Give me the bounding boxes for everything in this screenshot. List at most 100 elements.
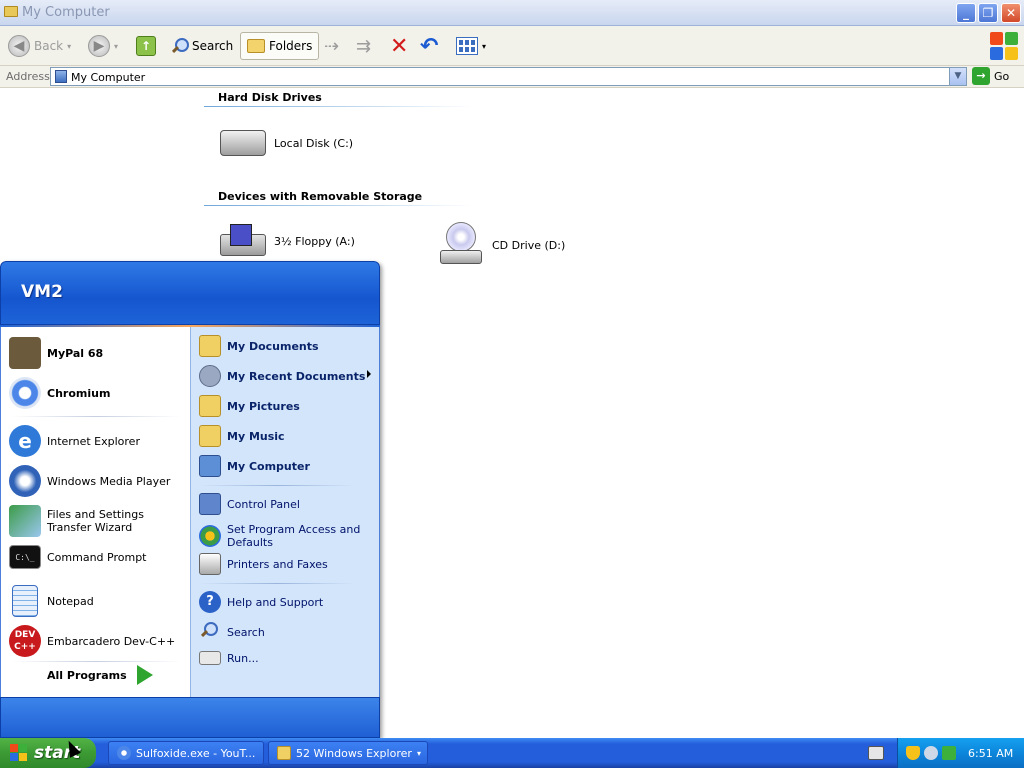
maximize-button[interactable]: ❐ — [978, 3, 998, 23]
place-item-help[interactable]: ? Help and Support — [199, 591, 367, 613]
local-disk-item[interactable]: Local Disk (C:) — [220, 130, 353, 156]
place-label: Run... — [227, 651, 259, 665]
place-item-search[interactable]: Search — [199, 621, 367, 643]
security-shield-icon[interactable] — [906, 746, 920, 760]
windows-flag-icon — [10, 744, 28, 762]
internet-explorer-icon: e — [9, 425, 41, 457]
floppy-label: 3½ Floppy (A:) — [274, 234, 355, 248]
close-button[interactable]: ✕ — [1001, 3, 1021, 23]
chromium-icon — [117, 746, 131, 760]
place-label: Printers and Faxes — [227, 557, 328, 571]
place-item-control-panel[interactable]: Control Panel — [199, 493, 367, 515]
search-button[interactable]: Search — [170, 32, 233, 60]
move-to-icon: ⇢ — [324, 35, 340, 57]
control-panel-icon — [199, 493, 221, 515]
go-button[interactable]: → Go — [972, 67, 1009, 85]
undo-button[interactable]: ↶ — [420, 32, 438, 60]
program-item-mypal[interactable]: MyPal 68 — [9, 337, 187, 369]
all-programs-button[interactable]: All Programs — [47, 665, 153, 685]
program-item-command-prompt[interactable]: C:\_ Command Prompt — [9, 545, 187, 569]
chevron-down-icon: ▾ — [114, 41, 119, 51]
delete-icon: ✕ — [390, 33, 409, 59]
start-button[interactable]: start — [0, 738, 96, 768]
program-item-internet-explorer[interactable]: e Internet Explorer — [9, 425, 187, 457]
place-item-my-computer[interactable]: My Computer — [199, 455, 367, 477]
my-computer-icon — [55, 70, 67, 83]
start-menu: VM2 MyPal 68 Chromium e Internet Explore… — [0, 261, 380, 738]
back-button[interactable]: ◀ Back ▾ — [8, 32, 71, 60]
place-item-my-pictures[interactable]: My Pictures — [199, 395, 367, 417]
delete-button[interactable]: ✕ — [390, 32, 408, 60]
network-icon[interactable] — [924, 746, 938, 760]
program-label: Notepad — [47, 594, 94, 608]
views-icon — [456, 37, 478, 55]
place-label: My Documents — [227, 339, 319, 353]
address-dropdown-button[interactable]: ▼ — [949, 68, 966, 85]
program-label: Chromium — [47, 386, 111, 400]
group-divider — [204, 205, 474, 206]
cd-drive-icon — [438, 222, 484, 268]
place-item-printers[interactable]: Printers and Faxes — [199, 553, 367, 575]
address-field[interactable]: My Computer ▼ — [50, 67, 967, 86]
floppy-drive-item[interactable]: 3½ Floppy (A:) — [220, 224, 355, 258]
go-arrow-icon: → — [972, 67, 990, 85]
place-item-recent-documents[interactable]: My Recent Documents — [199, 365, 371, 387]
up-folder-icon: ↑ — [136, 36, 156, 56]
task-label: 52 Windows Explorer — [296, 746, 412, 760]
program-item-media-player[interactable]: Windows Media Player — [9, 465, 187, 497]
place-label: Search — [227, 625, 265, 639]
task-label: Sulfoxide.exe - YouT... — [136, 746, 256, 760]
forward-button[interactable]: ▶ ▾ — [88, 32, 118, 60]
views-button[interactable]: ▾ — [456, 32, 486, 60]
up-folder-button[interactable]: ↑ — [136, 32, 156, 60]
menu-separator — [11, 661, 181, 662]
run-icon — [199, 651, 221, 665]
folders-button[interactable]: Folders — [240, 32, 320, 60]
my-documents-icon — [199, 335, 221, 357]
program-item-devcpp[interactable]: DEV C++ Embarcadero Dev-C++ — [9, 625, 187, 657]
toolbar: ◀ Back ▾ ▶ ▾ ↑ Search Folders ⇢ ⇉ ✕ ↶ ▾ — [0, 26, 1024, 66]
devcpp-icon: DEV C++ — [9, 625, 41, 657]
taskbar-item-browser[interactable]: Sulfoxide.exe - YouT... — [108, 741, 264, 765]
start-menu-footer — [0, 697, 380, 738]
start-menu-places: My Documents My Recent Documents My Pict… — [190, 327, 380, 697]
program-access-icon — [199, 525, 221, 547]
menu-separator — [199, 583, 355, 584]
printer-icon — [199, 553, 221, 575]
keyboard-icon[interactable] — [868, 746, 884, 760]
address-bar: Address My Computer ▼ → Go — [0, 66, 1024, 88]
back-label: Back — [34, 39, 64, 53]
address-label: Address — [6, 70, 50, 83]
user-name: VM2 — [21, 282, 63, 302]
mypal-icon — [9, 337, 41, 369]
windows-logo — [988, 30, 1020, 62]
taskbar-item-explorer[interactable]: 52 Windows Explorer ▾ — [268, 741, 428, 765]
program-item-notepad[interactable]: Notepad — [9, 585, 187, 617]
program-item-chromium[interactable]: Chromium — [9, 377, 187, 409]
volume-icon[interactable] — [942, 746, 956, 760]
place-item-my-music[interactable]: My Music — [199, 425, 367, 447]
place-item-program-access[interactable]: Set Program Access and Defaults — [199, 523, 367, 549]
transfer-wizard-icon — [9, 505, 41, 537]
removable-header: Devices with Removable Storage — [218, 190, 423, 203]
undo-icon: ↶ — [420, 33, 439, 59]
place-item-run[interactable]: Run... — [199, 651, 367, 665]
program-label: Embarcadero Dev-C++ — [47, 634, 176, 648]
move-to-button[interactable]: ⇢ — [324, 32, 339, 60]
minimize-button[interactable]: _ — [956, 3, 976, 23]
system-tray: 6:51 AM — [897, 738, 1024, 768]
back-arrow-icon: ◀ — [8, 35, 30, 57]
recent-documents-icon — [199, 365, 221, 387]
place-label: Set Program Access and Defaults — [227, 523, 361, 549]
chevron-down-icon: ▾ — [67, 41, 72, 51]
program-label: MyPal 68 — [47, 346, 104, 360]
place-item-my-documents[interactable]: My Documents — [199, 335, 367, 357]
copy-to-button[interactable]: ⇉ — [356, 32, 371, 60]
program-item-transfer-wizard[interactable]: Files and Settings Transfer Wizard — [9, 505, 187, 537]
my-computer-icon — [199, 455, 221, 477]
chromium-icon — [9, 377, 41, 409]
search-icon — [170, 37, 189, 55]
folders-label: Folders — [269, 39, 313, 53]
cd-label: CD Drive (D:) — [492, 238, 566, 252]
cd-drive-item[interactable]: CD Drive (D:) — [438, 222, 565, 268]
